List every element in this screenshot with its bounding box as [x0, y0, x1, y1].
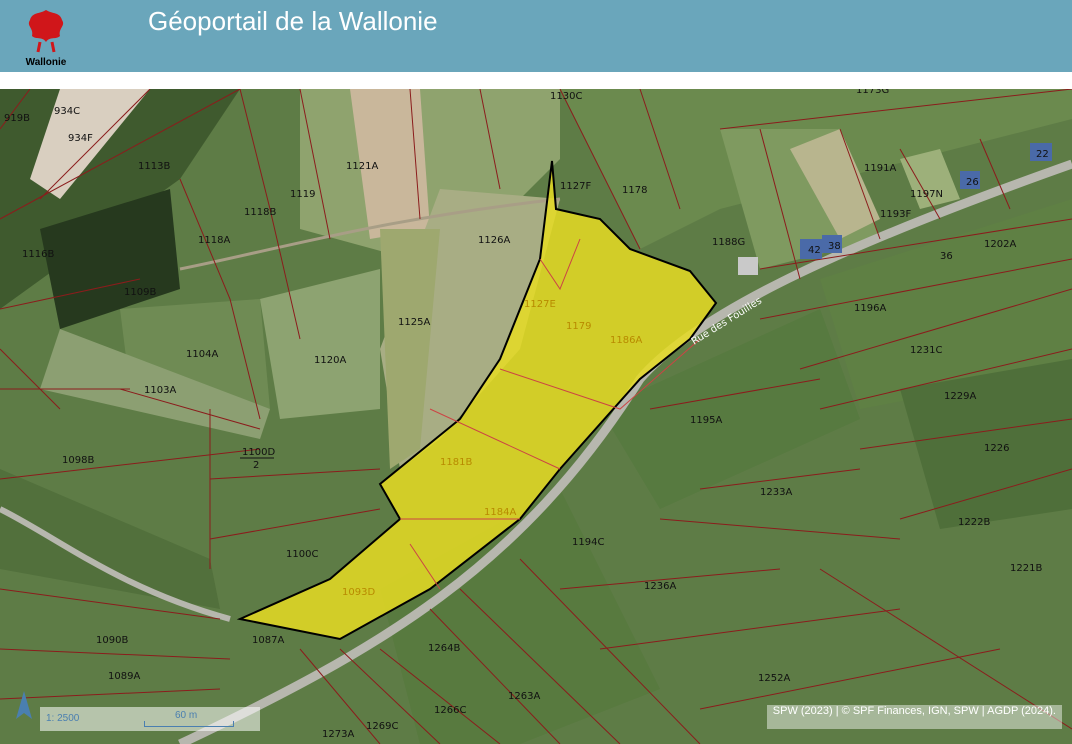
- selected-parcel-label: 1093D: [342, 587, 375, 598]
- parcel-label: 1118B: [244, 207, 276, 218]
- parcel-label: 1103A: [144, 385, 176, 396]
- house-number: 42: [808, 245, 821, 256]
- parcel-label: 934F: [68, 133, 93, 144]
- parcel-label: 1089A: [108, 671, 140, 682]
- parcel-label: 1196A: [854, 303, 886, 314]
- parcel-label: 1116B: [22, 249, 54, 260]
- parcel-label: 1130C: [550, 91, 582, 102]
- parcel-label: 1233A: [760, 487, 792, 498]
- parcel-label: 1195A: [690, 415, 722, 426]
- parcel-label: 1193F: [880, 209, 911, 220]
- wallonie-logo[interactable]: Wallonie: [22, 6, 70, 68]
- house-number: 36: [940, 251, 953, 262]
- parcel-label: 1120A: [314, 355, 346, 366]
- parcel-label: 1263A: [508, 691, 540, 702]
- selected-parcel-label: 1127E: [524, 299, 556, 310]
- selected-parcel-label: 1184A: [484, 507, 516, 518]
- parcel-label: 1266C: [434, 705, 466, 716]
- parcel-label: 1264B: [428, 643, 460, 654]
- parcel-label: 1127F: [560, 181, 591, 192]
- house-number: 38: [828, 241, 841, 252]
- parcel-label-fraction-den: 2: [253, 460, 259, 471]
- parcel-label: 934C: [54, 106, 80, 117]
- parcel-label: 919B: [4, 113, 30, 124]
- parcel-label: 1252A: [758, 673, 790, 684]
- parcel-label: 1226: [984, 443, 1009, 454]
- parcel-label: 1188G: [712, 237, 745, 248]
- parcel-label: 1194C: [572, 537, 604, 548]
- parcel-label: 1197N: [910, 189, 943, 200]
- parcel-label: 1119: [290, 189, 315, 200]
- parcel-label: 1191A: [864, 163, 896, 174]
- parcel-label: 1125A: [398, 317, 430, 328]
- parcel-label: 1113B: [138, 161, 170, 172]
- parcel-label: 1269C: [366, 721, 398, 732]
- logo-text: Wallonie: [25, 57, 67, 68]
- app-header: Wallonie Géoportail de la Wallonie: [0, 0, 1072, 72]
- parcel-label: 1126A: [478, 235, 510, 246]
- north-arrow-icon: [14, 689, 34, 723]
- parcel-label: 1173G: [856, 89, 889, 96]
- parcel-label: 1121A: [346, 161, 378, 172]
- scale-bar: 1: 2500 60 m: [40, 707, 260, 731]
- parcel-label: 1236A: [644, 581, 676, 592]
- parcel-label: 1087A: [252, 635, 284, 646]
- parcel-label-fraction-num: 1100D: [242, 447, 275, 458]
- parcel-label: 1098B: [62, 455, 94, 466]
- parcel-label: 1104A: [186, 349, 218, 360]
- map-view[interactable]: 934C 919B 934F 1113B 1121A 1119 1118B 11…: [0, 89, 1072, 744]
- parcel-label: 1229A: [944, 391, 976, 402]
- map-canvas[interactable]: 934C 919B 934F 1113B 1121A 1119 1118B 11…: [0, 89, 1072, 744]
- selected-parcel-label: 1179: [566, 321, 591, 332]
- parcel-label: 1090B: [96, 635, 128, 646]
- selected-parcel-label: 1186A: [610, 335, 642, 346]
- scale-ratio: 1: 2500: [46, 713, 80, 724]
- parcel-label: 1231C: [910, 345, 942, 356]
- app-title: Géoportail de la Wallonie: [148, 6, 438, 36]
- parcel-label: 1178: [622, 185, 647, 196]
- house-number: 22: [1036, 149, 1049, 160]
- selected-parcel-label: 1181B: [440, 457, 472, 468]
- parcel-label: 1273A: [322, 729, 354, 740]
- scale-distance: 60 m: [175, 710, 198, 721]
- parcel-label: 1100C: [286, 549, 318, 560]
- parcel-label: 1221B: [1010, 563, 1042, 574]
- attribution[interactable]: SPW (2023) | © SPF Finances, IGN, SPW | …: [766, 705, 1062, 729]
- parcel-label: 1118A: [198, 235, 230, 246]
- parcel-label: 1109B: [124, 287, 156, 298]
- scale-bar-line: [144, 721, 234, 727]
- parcel-label: 1202A: [984, 239, 1016, 250]
- house-number: 26: [966, 177, 979, 188]
- parcel-label: 1222B: [958, 517, 990, 528]
